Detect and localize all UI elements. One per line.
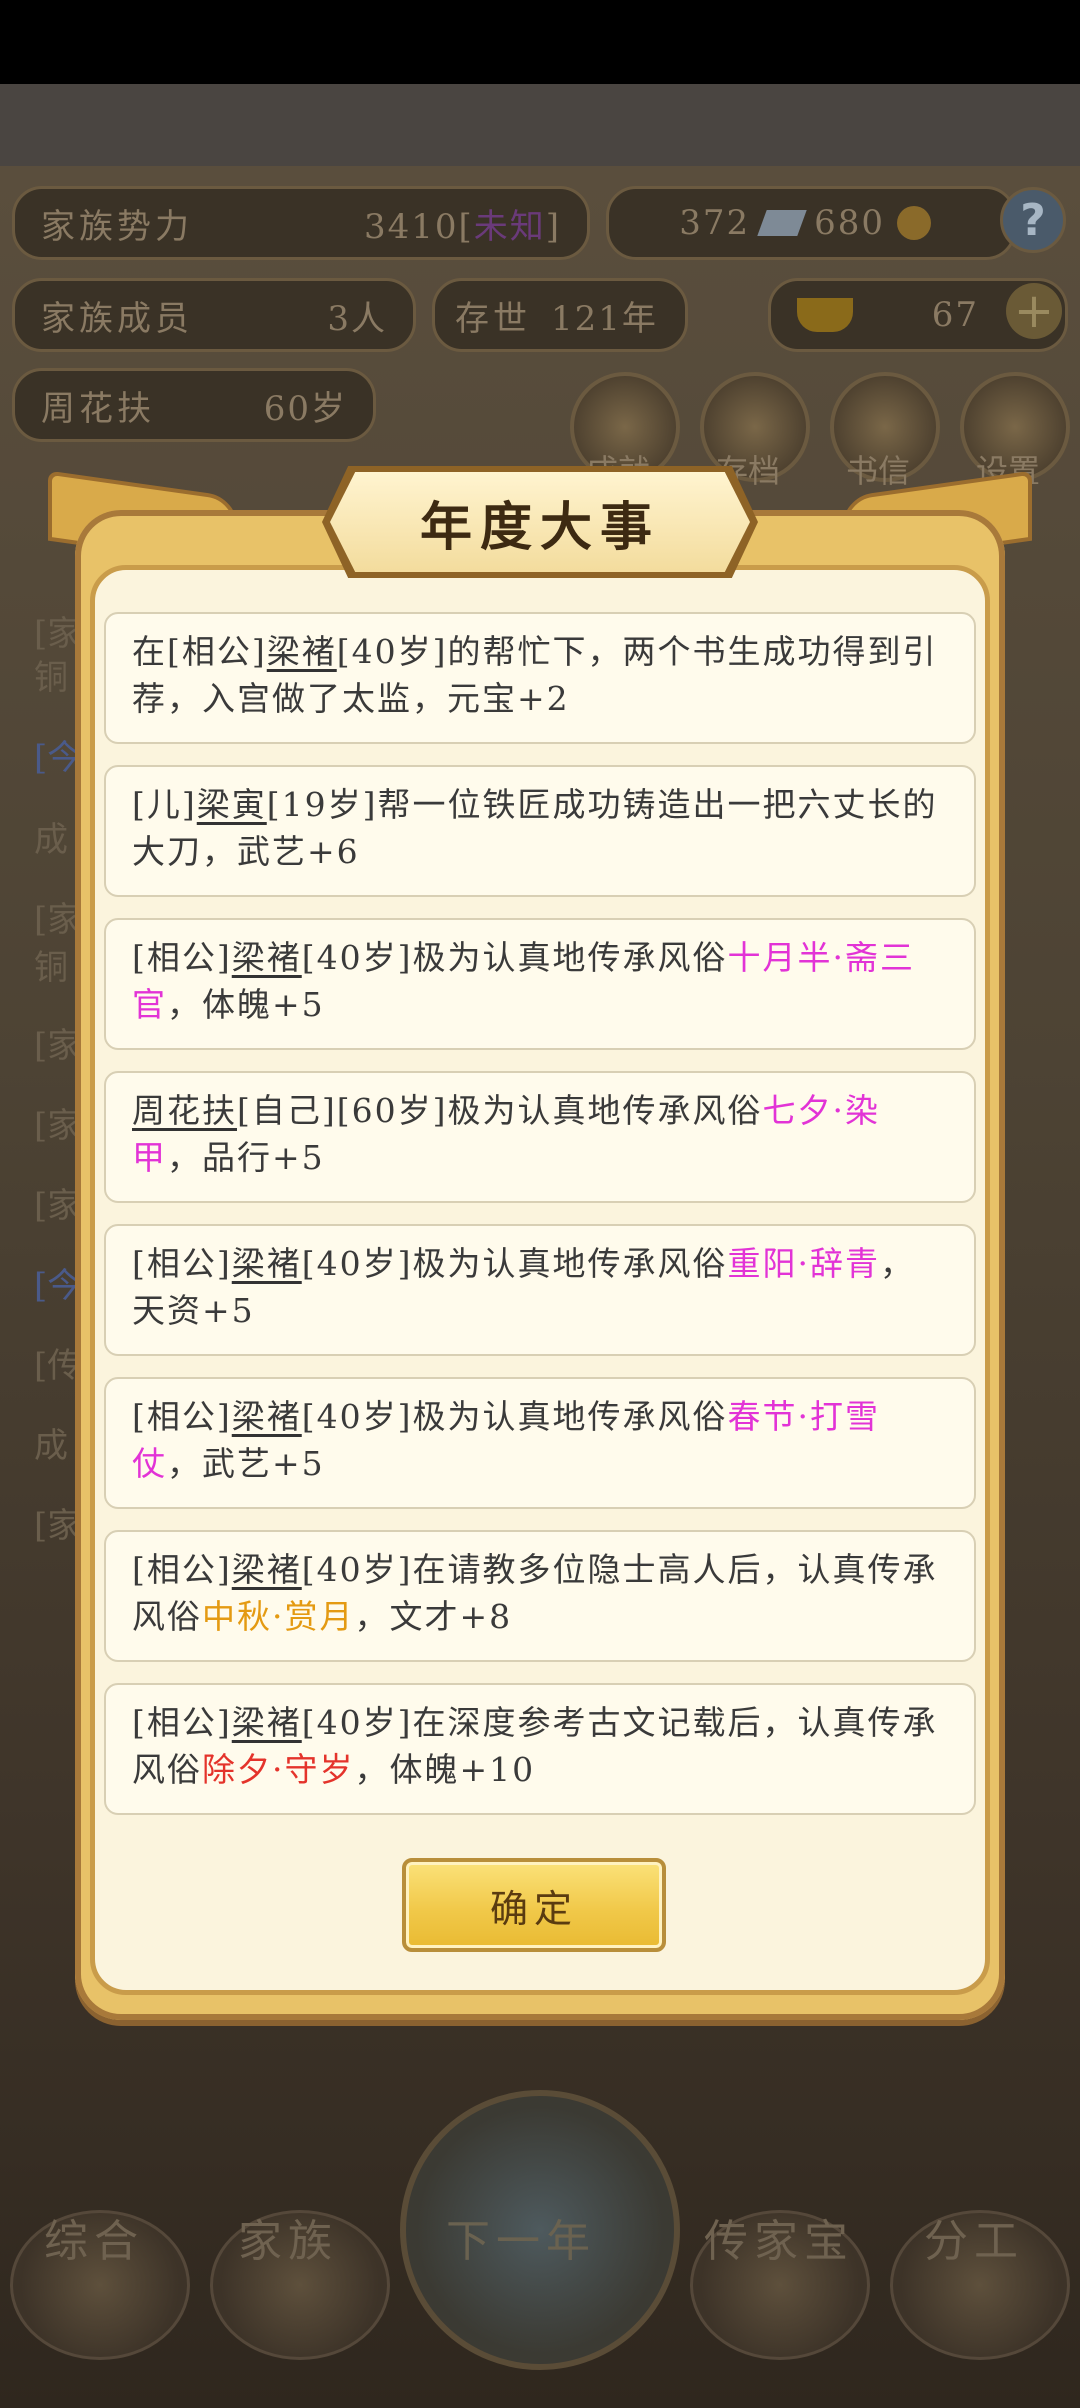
log-stub: [家 xyxy=(34,1026,82,1066)
custom-highlight: 中秋·赏月 xyxy=(202,1597,355,1636)
confirm-button[interactable]: 确定 xyxy=(402,1858,666,1952)
nav-label-family: 家族 xyxy=(238,2216,338,2267)
members-value: 3人 xyxy=(327,298,387,339)
nav-label-next-year: 下一年 xyxy=(446,2216,596,2267)
nav-label-heirloom: 传家宝 xyxy=(704,2216,854,2267)
coin-icon xyxy=(897,206,931,240)
event-card: 周花扶[自己][60岁]极为认真地传承风俗七夕·染甲，品行+5 xyxy=(104,1071,976,1203)
person-link[interactable]: 周花扶 xyxy=(132,1091,237,1130)
title-banner: 年度大事 xyxy=(330,472,750,572)
log-stub: 成 xyxy=(34,820,68,860)
log-stub: [传 xyxy=(34,1346,82,1386)
top-band xyxy=(0,84,1080,166)
add-gold-button[interactable]: + xyxy=(1006,283,1062,339)
player-name: 周花扶 xyxy=(41,388,155,429)
top-menu-label: 书信 xyxy=(846,452,911,490)
log-stub: [家 xyxy=(34,1106,82,1146)
event-card: [儿]梁寅[19岁]帮一位铁匠成功铸造出一把六丈长的大刀，武艺+6 xyxy=(104,765,976,897)
event-card: 在[相公]梁褚[40岁]的帮忙下，两个书生成功得到引荐，入宫做了太监，元宝+2 xyxy=(104,612,976,744)
gold-ingot-icon xyxy=(797,298,853,332)
dialog-title: 年度大事 xyxy=(419,496,660,558)
log-stub: [今 xyxy=(34,1266,82,1306)
status-bar xyxy=(0,0,1080,84)
person-link[interactable]: 梁褚 xyxy=(267,632,337,671)
player-pill: 周花扶 60岁 xyxy=(12,368,376,442)
help-button[interactable]: ? xyxy=(1000,187,1066,253)
log-stub: 成 xyxy=(34,1426,68,1466)
age-label: 存世 xyxy=(455,298,531,339)
log-stub: 铜 xyxy=(34,658,68,698)
members-label: 家族成员 xyxy=(41,298,193,339)
person-link[interactable]: 梁褚 xyxy=(232,1703,302,1742)
log-stub: [家 xyxy=(34,1186,82,1226)
log-stub: [今 xyxy=(34,738,82,778)
currency-pill: 372 680 xyxy=(606,186,1016,260)
gold-value: 67 xyxy=(931,295,979,335)
family-power-value: 3410[未知] xyxy=(363,206,561,247)
custom-highlight: 除夕·守岁 xyxy=(202,1750,355,1789)
person-link[interactable]: 梁褚 xyxy=(232,1550,302,1589)
members-pill: 家族成员 3人 xyxy=(12,278,416,352)
event-card: [相公]梁褚[40岁]极为认真地传承风俗春节·打雪仗，武艺+5 xyxy=(104,1377,976,1509)
custom-highlight: 重阳·辞青 xyxy=(727,1244,880,1283)
event-card: [相公]梁褚[40岁]在深度参考古文记载后，认真传承风俗除夕·守岁，体魄+10 xyxy=(104,1683,976,1815)
player-age: 60岁 xyxy=(263,388,347,429)
person-link[interactable]: 梁褚 xyxy=(232,1397,302,1436)
person-link[interactable]: 梁寅 xyxy=(197,785,267,824)
event-card: [相公]梁褚[40岁]在请教多位隐士高人后，认真传承风俗中秋·赏月，文才+8 xyxy=(104,1530,976,1662)
age-value: 121年 xyxy=(551,298,658,339)
event-card: [相公]梁褚[40岁]极为认真地传承风俗十月半·斋三官，体魄+5 xyxy=(104,918,976,1050)
person-link[interactable]: 梁褚 xyxy=(232,1244,302,1283)
nav-label-overview: 综合 xyxy=(44,2216,144,2267)
copper-value: 680 xyxy=(814,203,885,243)
event-card: [相公]梁褚[40岁]极为认真地传承风俗重阳·辞青，天资+5 xyxy=(104,1224,976,1356)
silver-value: 372 xyxy=(679,203,751,243)
log-stub: 铜 xyxy=(34,948,68,988)
age-pill: 存世 121年 xyxy=(432,278,688,352)
family-power-pill: 家族势力 3410[未知] xyxy=(12,186,590,260)
person-link[interactable]: 梁褚 xyxy=(232,938,302,977)
log-stub: [家 xyxy=(34,1506,82,1546)
silver-icon xyxy=(757,210,807,236)
family-power-label: 家族势力 xyxy=(41,206,193,247)
nav-label-division: 分工 xyxy=(924,2216,1024,2267)
